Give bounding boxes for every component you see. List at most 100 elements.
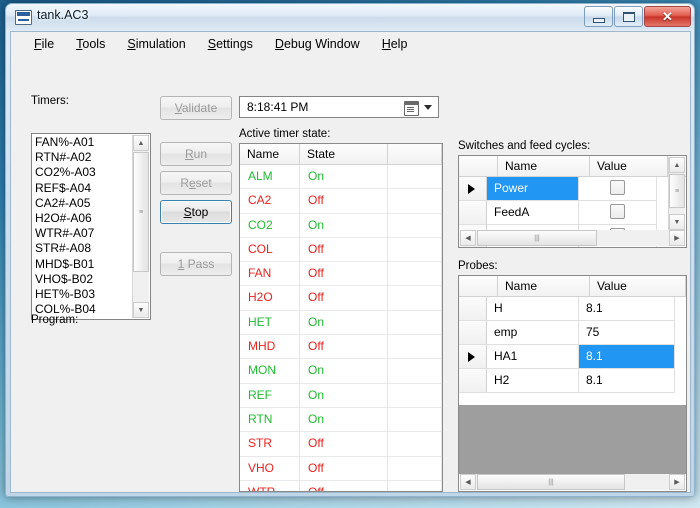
cell-state: On <box>300 310 388 336</box>
title-bar[interactable]: tank.AC3 ✕ <box>6 4 694 30</box>
column-header-value[interactable]: Value <box>590 156 668 176</box>
cell-name[interactable]: HA1 <box>487 345 579 369</box>
table-row[interactable]: H 8.1 <box>459 297 686 321</box>
table-row[interactable]: RTN On <box>240 407 442 433</box>
row-selector[interactable] <box>459 321 487 345</box>
table-row[interactable]: HA1 8.1 <box>459 345 686 369</box>
timers-vertical-scrollbar[interactable]: ▲ ≡ ▼ <box>132 135 149 318</box>
menu-simulation[interactable]: Simulation <box>116 35 196 53</box>
row-selector[interactable] <box>459 201 487 225</box>
column-header-rowselect[interactable] <box>459 156 498 176</box>
table-row[interactable]: CA2 Off <box>240 189 442 214</box>
run-button[interactable]: Run <box>160 142 232 166</box>
switches-vertical-scrollbar[interactable]: ▲ ≡ ▼ <box>668 157 685 230</box>
scroll-thumb[interactable]: ||| <box>477 230 597 246</box>
scroll-down-icon[interactable]: ▼ <box>669 214 685 230</box>
table-row[interactable]: H2O Off <box>240 286 442 311</box>
cell-blank <box>388 335 442 360</box>
cell-state: Off <box>300 335 388 360</box>
table-row[interactable]: MHD Off <box>240 335 442 360</box>
cell-blank <box>388 359 442 384</box>
probes-grid[interactable]: Name Value H 8.1 emp 75 HA1 8.1 H2 8.1 ◀ ||| ▶ <box>458 275 687 492</box>
menu-help[interactable]: Help <box>371 35 419 53</box>
menu-settings[interactable]: Settings <box>197 35 264 53</box>
table-row[interactable]: emp 75 <box>459 321 686 345</box>
table-row[interactable]: WTR Off <box>240 480 442 491</box>
scroll-right-icon[interactable]: ▶ <box>669 230 685 246</box>
probes-horizontal-scrollbar[interactable]: ◀ ||| ▶ <box>460 474 685 490</box>
chevron-down-icon[interactable] <box>424 105 432 110</box>
cell-state: Off <box>300 480 388 491</box>
timers-listbox[interactable]: FAN%-A01 RTN#-A02 CO2%-A03 REF$-A04 CA2#-A05… <box>31 133 151 320</box>
cell-value[interactable] <box>579 201 657 225</box>
cell-state: On <box>300 213 388 238</box>
cell-name[interactable]: Power <box>487 177 579 201</box>
switches-grid[interactable]: Name Value PowerFeedAFeedB ▲ ≡ ▼ ◀ ||| ▶ <box>458 155 687 248</box>
row-selector[interactable] <box>459 297 487 321</box>
cell-value[interactable]: 8.1 <box>579 297 675 321</box>
table-row[interactable]: STR Off <box>240 432 442 457</box>
cell-value[interactable] <box>579 177 657 201</box>
cell-value[interactable]: 8.1 <box>579 345 675 369</box>
minimize-button[interactable] <box>584 6 613 27</box>
maximize-button[interactable] <box>614 6 643 27</box>
close-button[interactable]: ✕ <box>644 6 691 27</box>
table-row[interactable]: FeedA <box>459 201 686 225</box>
cell-name: WTR <box>240 480 300 491</box>
validate-button[interactable]: Validate <box>160 96 232 120</box>
column-header-name[interactable]: Name <box>498 156 590 176</box>
scroll-thumb[interactable]: ≡ <box>133 152 149 272</box>
calendar-icon[interactable] <box>404 101 419 116</box>
table-row[interactable]: MON On <box>240 359 442 384</box>
row-selector-current[interactable] <box>459 177 487 201</box>
scroll-up-icon[interactable]: ▲ <box>669 157 685 173</box>
table-row[interactable]: COL Off <box>240 237 442 263</box>
reset-button[interactable]: Reset <box>160 171 232 195</box>
scroll-left-icon[interactable]: ◀ <box>460 474 476 490</box>
table-row[interactable]: CO2 On <box>240 213 442 238</box>
menu-file[interactable]: File <box>23 35 65 53</box>
stop-button[interactable]: Stop <box>160 200 232 224</box>
scroll-up-icon[interactable]: ▲ <box>133 135 149 151</box>
cell-name[interactable]: emp <box>487 321 579 345</box>
checkbox-unchecked[interactable] <box>610 180 625 195</box>
checkbox-unchecked[interactable] <box>610 204 625 219</box>
cell-state: Off <box>300 432 388 457</box>
cell-value[interactable]: 75 <box>579 321 675 345</box>
scroll-right-icon[interactable]: ▶ <box>669 474 685 490</box>
scroll-thumb[interactable]: ≡ <box>669 174 685 208</box>
active-timer-state-grid[interactable]: Name State ALM On CA2 Off CO2 On COL Off FAN Off H… <box>239 143 443 492</box>
table-row[interactable]: VHO Off <box>240 456 442 481</box>
time-picker-value: 8:18:41 PM <box>247 100 309 114</box>
cell-state: On <box>300 407 388 433</box>
column-header-name[interactable]: Name <box>498 276 590 296</box>
scroll-thumb[interactable]: ||| <box>477 474 625 490</box>
switches-header: Name Value <box>459 156 686 177</box>
cell-name[interactable]: FeedA <box>487 201 579 225</box>
column-header-state[interactable]: State <box>300 144 388 164</box>
cell-blank <box>388 286 442 311</box>
table-row[interactable]: HET On <box>240 310 442 336</box>
table-row[interactable]: REF On <box>240 383 442 408</box>
one-pass-button[interactable]: 1 Pass <box>160 252 232 276</box>
table-row[interactable]: ALM On <box>240 165 442 190</box>
cell-value[interactable]: 8.1 <box>579 369 675 393</box>
table-row[interactable]: FAN Off <box>240 262 442 287</box>
column-header-blank[interactable] <box>388 144 442 164</box>
column-header-name[interactable]: Name <box>240 144 300 164</box>
cell-name[interactable]: H2 <box>487 369 579 393</box>
menu-tools[interactable]: Tools <box>65 35 116 53</box>
switches-horizontal-scrollbar[interactable]: ◀ ||| ▶ <box>460 230 685 246</box>
time-picker[interactable]: 8:18:41 PM <box>239 96 439 118</box>
row-selector-current[interactable] <box>459 345 487 369</box>
column-header-value[interactable]: Value <box>590 276 686 296</box>
row-selector[interactable] <box>459 369 487 393</box>
scroll-left-icon[interactable]: ◀ <box>460 230 476 246</box>
scroll-down-icon[interactable]: ▼ <box>133 302 149 318</box>
column-header-rowselect[interactable] <box>459 276 498 296</box>
cell-blank <box>388 310 442 336</box>
table-row[interactable]: Power <box>459 177 686 201</box>
cell-name[interactable]: H <box>487 297 579 321</box>
table-row[interactable]: H2 8.1 <box>459 369 686 393</box>
menu-debug-window[interactable]: Debug Window <box>264 35 371 53</box>
